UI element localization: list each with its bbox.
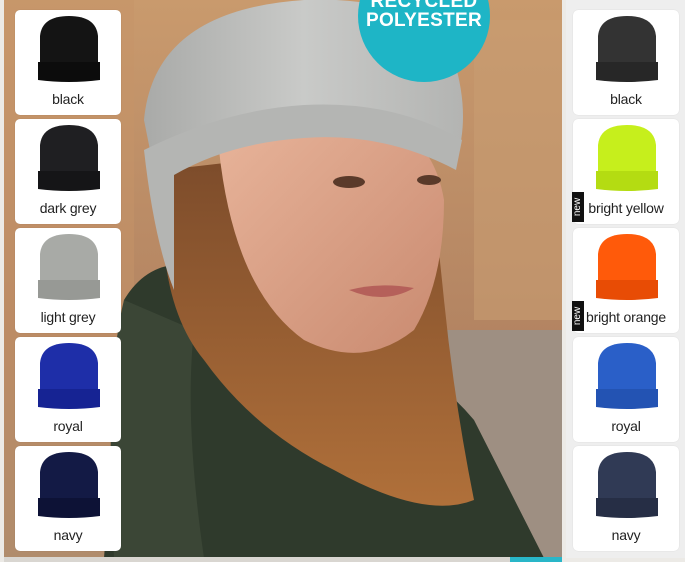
swatch-label: navy	[53, 527, 83, 543]
new-tag-text: new	[572, 306, 583, 326]
swatch-card-left-5[interactable]: navy	[15, 446, 121, 551]
swatch-label: dark grey	[39, 200, 97, 216]
beanie-icon	[596, 234, 658, 300]
new-tag: new	[572, 192, 584, 222]
swatch-card-left-2[interactable]: dark grey	[15, 119, 121, 224]
swatch-card-right-5[interactable]: navy	[573, 446, 679, 551]
swatch-label: light grey	[40, 309, 96, 325]
beanie-icon	[38, 452, 100, 518]
swatch-card-right-3[interactable]: bright orange new	[572, 228, 679, 333]
new-tag-text: new	[572, 197, 583, 217]
swatch-label: black	[610, 91, 642, 107]
photo-bottom-border	[4, 557, 562, 562]
new-tag: new	[572, 301, 584, 331]
swatch-card-right-2[interactable]: bright yellow new	[572, 119, 679, 224]
swatch-card-left-3[interactable]: light grey	[15, 228, 121, 333]
swatch-label: black	[52, 91, 84, 107]
beanie-icon	[38, 125, 100, 191]
swatch-card-left-4[interactable]: royal	[15, 337, 121, 442]
beanie-icon	[596, 16, 658, 82]
beanie-icon	[596, 343, 658, 409]
swatch-label: navy	[611, 527, 641, 543]
swatch-label: bright orange	[586, 309, 666, 325]
swatch-label: royal	[611, 418, 641, 434]
swatch-card-left-1[interactable]: black	[15, 10, 121, 115]
swatch-label: royal	[53, 418, 83, 434]
photo-bottom-accent	[510, 557, 562, 562]
beanie-icon	[38, 343, 100, 409]
beanie-icon	[596, 452, 658, 518]
swatch-card-right-4[interactable]: royal	[573, 337, 679, 442]
beanie-icon	[38, 16, 100, 82]
swatch-card-right-1[interactable]: black	[573, 10, 679, 115]
badge-text: RECYCLED POLYESTER	[358, 0, 490, 30]
beanie-icon	[596, 125, 658, 191]
beanie-icon	[38, 234, 100, 300]
badge-line-2: POLYESTER	[365, 10, 483, 31]
swatch-label: bright yellow	[588, 200, 664, 216]
